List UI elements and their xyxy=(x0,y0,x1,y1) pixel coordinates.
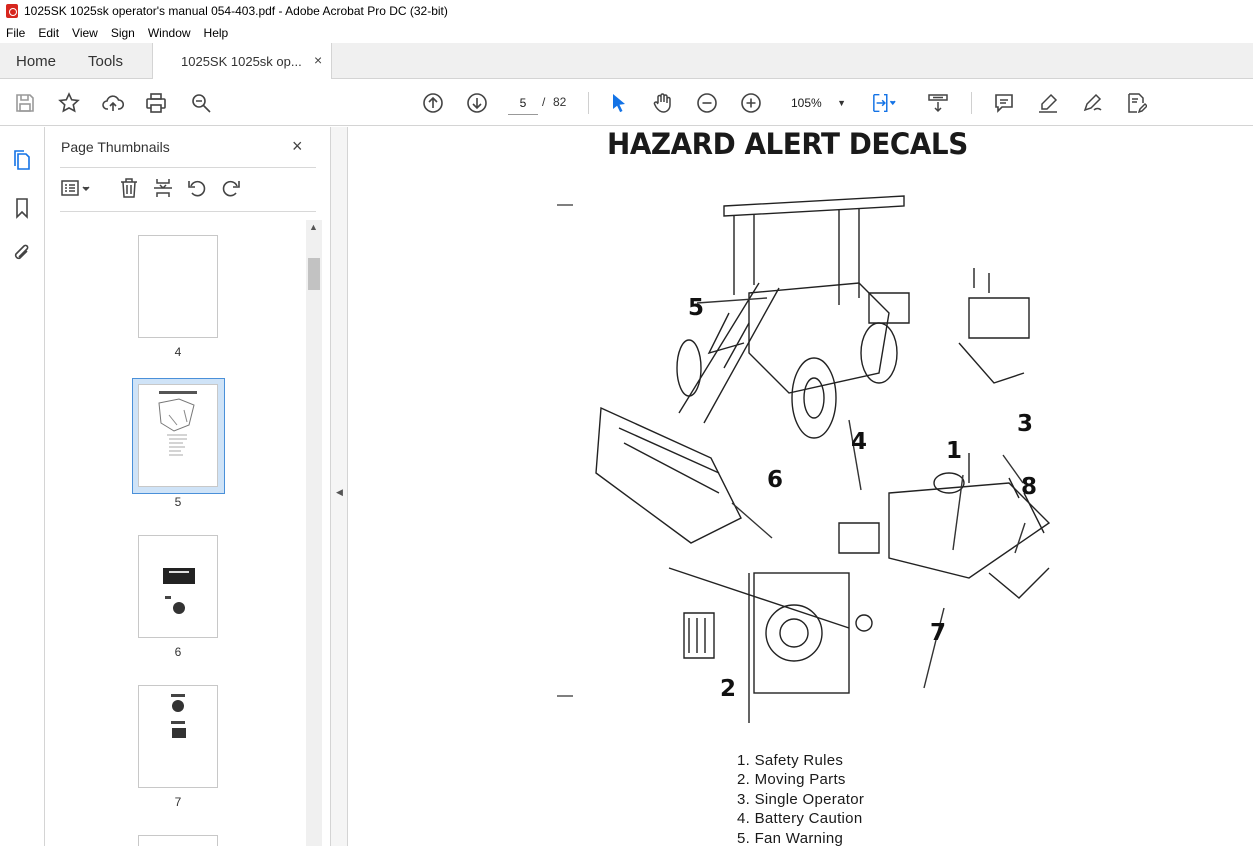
document-view[interactable]: HAZARD ALERT DECALS 5 4 3 6 1 8 7 2 1. S… xyxy=(349,127,1253,846)
acrobat-logo-icon xyxy=(6,4,18,18)
thumbnail-label: 6 xyxy=(174,645,182,659)
panel-divider xyxy=(60,167,316,168)
hazard-decals-illustration xyxy=(557,195,1051,723)
zoom-out-icon[interactable] xyxy=(695,91,719,115)
highlight-pen-icon[interactable] xyxy=(1036,91,1060,115)
toolbar-divider xyxy=(971,92,972,114)
tab-document-label: 1025SK 1025sk op... xyxy=(181,54,302,69)
panel-divider xyxy=(60,211,316,212)
zoom-dropdown[interactable]: 105% ▼ xyxy=(786,93,852,113)
thumbnail-label: 5 xyxy=(174,495,182,509)
title-bar: 1025SK 1025sk operator's manual 054-403.… xyxy=(0,0,1253,22)
thumbnail-page-5[interactable] xyxy=(138,384,218,487)
legend-item: 4. Battery Caution xyxy=(737,810,863,828)
thumbnail-label: 7 xyxy=(174,795,182,809)
page-thumbnails-icon[interactable] xyxy=(11,149,33,171)
rotate-clockwise-icon[interactable] xyxy=(220,177,244,201)
main-toolbar: 5 / 82 105% ▼ xyxy=(0,80,1253,126)
draw-pen-icon[interactable] xyxy=(1080,91,1104,115)
legend-item: 1. Safety Rules xyxy=(737,752,844,769)
thumbnail-label: 4 xyxy=(174,345,182,359)
decal-callout-5: 5 xyxy=(688,295,705,321)
decal-callout-1: 1 xyxy=(946,438,963,464)
menu-view[interactable]: View xyxy=(72,26,98,40)
thumbnail-page-8[interactable] xyxy=(138,835,218,846)
decal-legend-list: 1. Safety Rules 2. Moving Parts 3. Singl… xyxy=(737,751,864,846)
thumbnail-page-6[interactable] xyxy=(138,535,218,638)
page-thumbnails-panel: Page Thumbnails × ▲ 4 5 6 7 xyxy=(46,127,330,846)
toolbar-divider xyxy=(588,92,589,114)
decal-callout-2: 2 xyxy=(720,676,737,702)
menu-window[interactable]: Window xyxy=(148,26,191,40)
tab-tools[interactable]: Tools xyxy=(88,53,123,70)
attachments-paperclip-icon[interactable] xyxy=(11,242,33,264)
menu-edit[interactable]: Edit xyxy=(38,26,59,40)
hand-tool-icon[interactable] xyxy=(651,91,675,115)
print-icon[interactable] xyxy=(144,91,168,115)
search-icon[interactable] xyxy=(189,91,213,115)
page-separator: / xyxy=(542,95,546,109)
extract-page-icon[interactable] xyxy=(152,177,176,201)
legend-item: 2. Moving Parts xyxy=(737,771,846,789)
tab-bar: Home Tools 1025SK 1025sk op... × xyxy=(0,43,1253,79)
panel-splitter[interactable]: ◀ xyxy=(330,127,348,846)
zoom-in-icon[interactable] xyxy=(739,91,763,115)
collapse-panel-icon[interactable]: ◀ xyxy=(336,487,343,498)
scroll-mode-icon[interactable] xyxy=(926,91,950,115)
decal-callout-8: 8 xyxy=(1021,474,1038,500)
sign-document-icon[interactable] xyxy=(1124,91,1148,115)
window-title: 1025SK 1025sk operator's manual 054-403.… xyxy=(24,4,448,18)
thumbnail-scrollbar[interactable]: ▲ xyxy=(306,220,322,846)
navigation-rail xyxy=(0,127,45,846)
decal-callout-6: 6 xyxy=(767,467,784,493)
page-total: 82 xyxy=(553,95,567,109)
delete-page-icon[interactable] xyxy=(118,177,142,201)
close-panel-icon[interactable]: × xyxy=(292,136,303,157)
next-page-icon[interactable] xyxy=(465,91,489,115)
rotate-counterclockwise-icon[interactable] xyxy=(186,177,210,201)
bookmarks-icon[interactable] xyxy=(11,197,33,219)
menu-bar: File Edit View Sign Window Help xyxy=(0,22,1253,43)
document-heading: HAZARD ALERT DECALS xyxy=(607,127,968,161)
previous-page-icon[interactable] xyxy=(421,91,445,115)
scrollbar-thumb[interactable] xyxy=(308,258,320,290)
legend-item: 5. Fan Warning xyxy=(737,829,844,846)
decal-callout-3: 3 xyxy=(1017,411,1034,437)
thumbnail-preview-image xyxy=(163,568,195,614)
menu-help[interactable]: Help xyxy=(204,26,229,40)
bookmark-star-icon[interactable] xyxy=(57,91,81,115)
menu-file[interactable]: File xyxy=(6,26,25,40)
menu-sign[interactable]: Sign xyxy=(111,26,135,40)
close-tab-icon[interactable]: × xyxy=(314,52,322,68)
thumbnail-page-4[interactable] xyxy=(138,235,218,338)
panel-title: Page Thumbnails xyxy=(61,139,170,155)
decal-callout-7: 7 xyxy=(930,620,947,646)
save-icon[interactable] xyxy=(13,91,37,115)
thumbnail-options-icon[interactable] xyxy=(60,177,90,201)
thumbnail-preview-image xyxy=(158,391,197,456)
chevron-down-icon: ▼ xyxy=(837,98,846,108)
legend-item: 3. Single Operator xyxy=(737,790,865,808)
zoom-value: 105% xyxy=(791,96,822,110)
decal-callout-4: 4 xyxy=(851,429,868,455)
upload-cloud-icon[interactable] xyxy=(101,91,125,115)
scroll-up-icon[interactable]: ▲ xyxy=(309,222,318,232)
tab-home[interactable]: Home xyxy=(16,53,56,70)
thumbnail-preview-image xyxy=(171,694,186,738)
fit-page-icon[interactable] xyxy=(872,91,896,115)
page-number-input[interactable]: 5 xyxy=(508,91,538,115)
thumbnail-page-7[interactable] xyxy=(138,685,218,788)
tab-document[interactable]: 1025SK 1025sk op... × xyxy=(152,43,332,79)
select-cursor-icon[interactable] xyxy=(607,91,631,115)
comment-icon[interactable] xyxy=(992,91,1016,115)
